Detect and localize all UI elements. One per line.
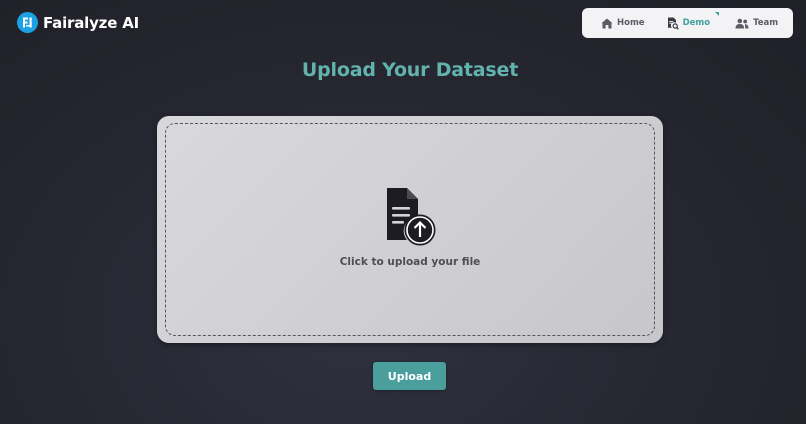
dropzone-label: Click to upload your file xyxy=(339,256,481,268)
nav-item-demo-label: Demo xyxy=(682,18,711,28)
nav-item-demo[interactable]: Demo xyxy=(667,11,720,30)
active-indicator xyxy=(715,11,720,16)
users-icon xyxy=(735,18,749,28)
file-dropzone[interactable]: Click to upload your file xyxy=(165,123,655,336)
brand-name: Fairalyze AI xyxy=(43,13,139,32)
nav-item-home[interactable]: Home xyxy=(601,18,645,29)
file-upload-icon xyxy=(387,188,436,246)
upload-button[interactable]: Upload xyxy=(373,362,446,390)
upload-card: Click to upload your file xyxy=(157,116,663,343)
home-icon xyxy=(601,18,613,28)
page-title: Upload Your Dataset xyxy=(301,59,519,81)
top-nav: Home Demo Team xyxy=(582,8,793,38)
nav-item-team-label: Team xyxy=(753,18,779,28)
document-search-icon xyxy=(667,17,679,30)
nav-item-home-label: Home xyxy=(617,18,645,28)
nav-item-team[interactable]: Team xyxy=(735,18,778,29)
brand[interactable]: Fairalyze AI xyxy=(17,12,139,33)
fi-monogram-icon xyxy=(17,12,38,33)
